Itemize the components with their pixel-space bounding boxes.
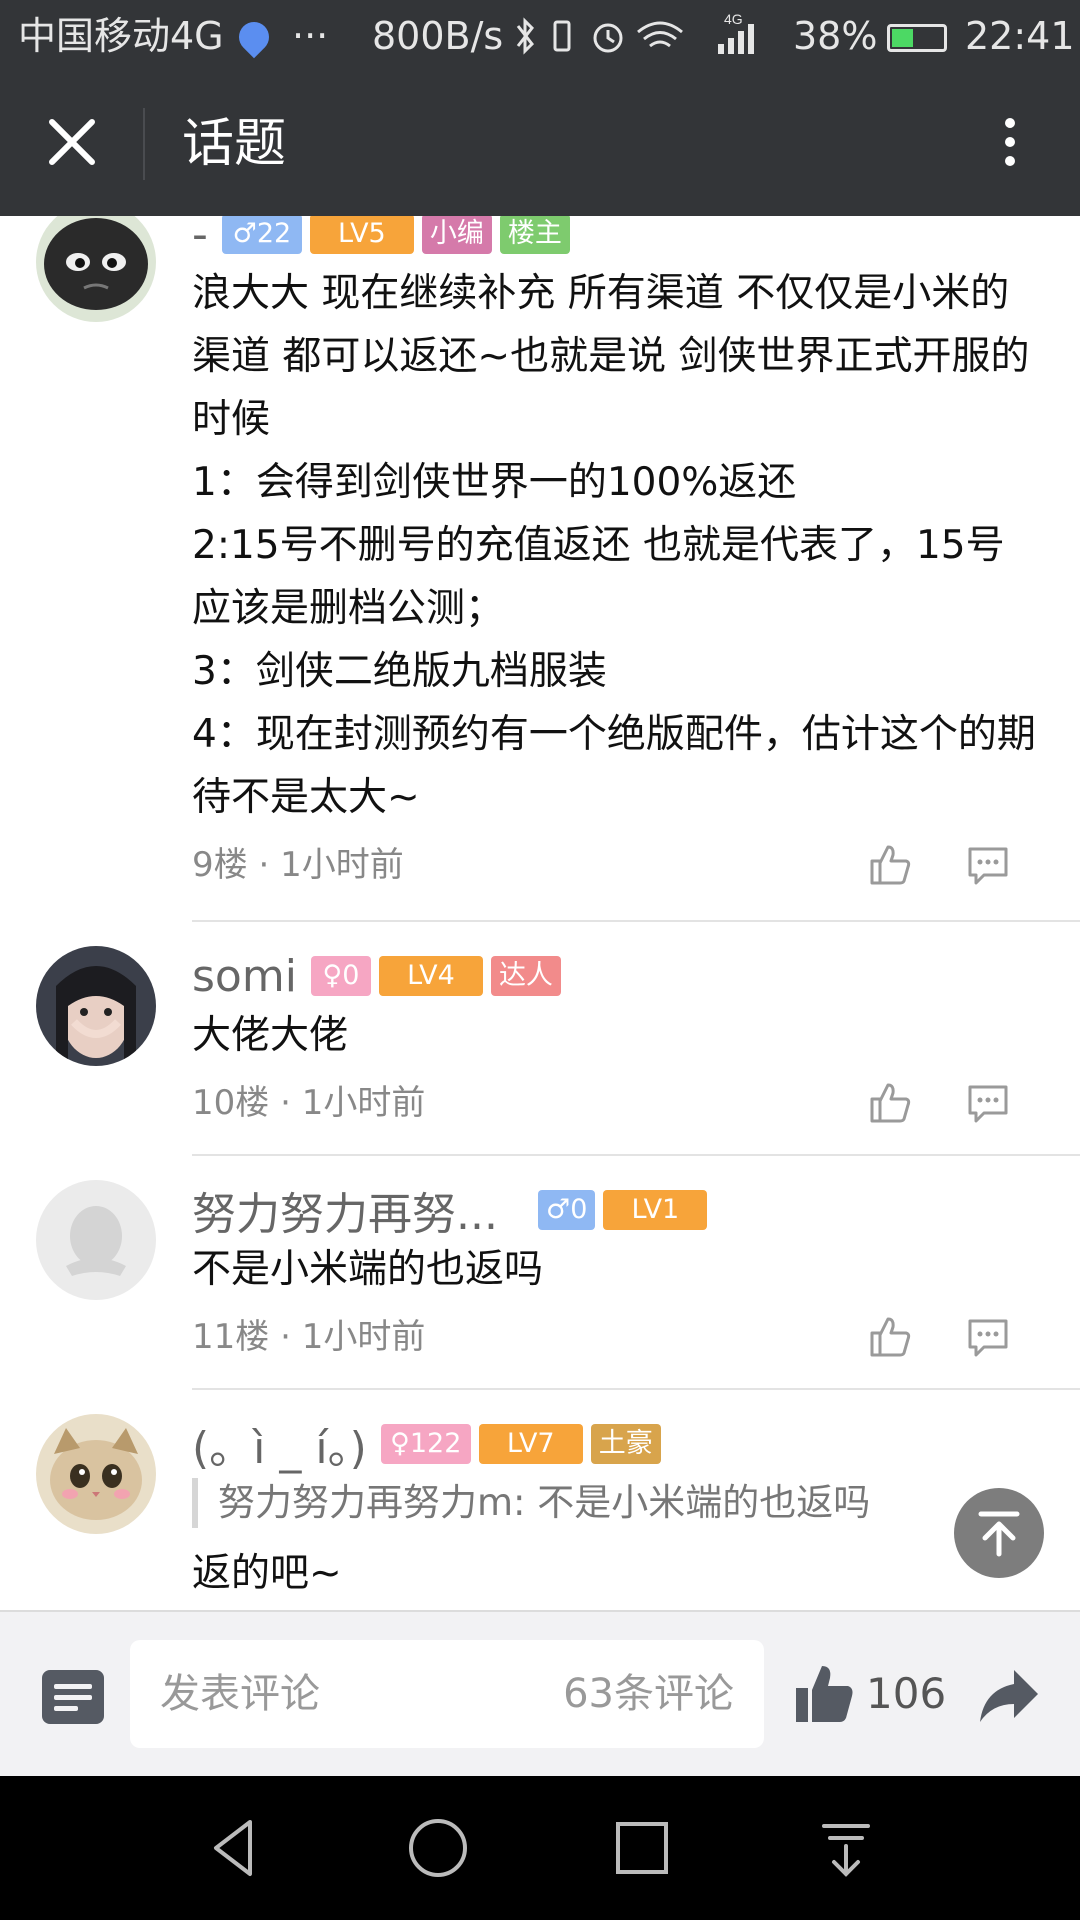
like-icon[interactable] xyxy=(868,1315,912,1359)
close-icon xyxy=(49,119,95,165)
level-badge: LV5 xyxy=(309,216,414,254)
gender-badge: ♀122 xyxy=(380,1424,471,1464)
top-nav-bar: 话题 xyxy=(0,72,1080,216)
owner-badge: 楼主 xyxy=(499,216,570,254)
close-button[interactable] xyxy=(42,112,102,172)
menu-icon[interactable] xyxy=(42,1670,104,1724)
male-icon: ♂ xyxy=(545,1194,571,1225)
comment-text: 大佬大佬 xyxy=(192,1013,349,1058)
comment-meta: 9楼 · 1小时前 xyxy=(192,835,1040,895)
female-icon: ♀ xyxy=(322,960,343,991)
more-icon xyxy=(1005,118,1015,128)
reply-icon[interactable] xyxy=(966,843,1010,887)
clock: 22:41 xyxy=(965,14,1075,58)
battery-icon xyxy=(887,24,947,52)
avatar[interactable] xyxy=(36,1180,156,1300)
more-notifications-icon: ··· xyxy=(292,14,329,58)
floor-number: 11楼 xyxy=(192,1317,270,1357)
comment-input-placeholder: 发表评论 xyxy=(160,1671,320,1717)
avatar[interactable] xyxy=(36,946,156,1066)
notification-pull-icon[interactable] xyxy=(810,1812,882,1884)
wifi-icon xyxy=(637,21,683,48)
carrier-label: 中国移动4G xyxy=(18,14,224,58)
comment-time: 1小时前 xyxy=(301,1083,426,1123)
location-icon xyxy=(232,15,276,59)
divider xyxy=(192,920,1080,922)
reply-icon[interactable] xyxy=(966,1315,1010,1359)
expert-badge: 达人 xyxy=(490,956,561,996)
signal-icon xyxy=(718,24,754,54)
comment-text: 不是小米端的也返吗 xyxy=(192,1247,544,1292)
back-to-top-button[interactable] xyxy=(954,1488,1044,1578)
thumbs-up-icon[interactable] xyxy=(794,1662,854,1726)
comment-input[interactable]: 发表评论 63条评论 xyxy=(130,1640,764,1748)
network-type: 4G xyxy=(724,14,743,27)
recent-apps-icon[interactable] xyxy=(606,1812,678,1884)
comment-meta: 11楼 · 1小时前 xyxy=(192,1307,1040,1367)
editor-badge: 小编 xyxy=(421,216,492,254)
system-icons: 4G xyxy=(510,11,780,67)
more-options-button[interactable] xyxy=(990,112,1030,176)
page-title: 话题 xyxy=(182,114,287,174)
arrow-up-icon xyxy=(978,1511,1020,1557)
floor-number: 10楼 xyxy=(192,1083,270,1123)
comment-header: 努力努力再努... ♂0 LV1 xyxy=(192,1182,1040,1240)
user-name[interactable]: somi xyxy=(192,951,297,1002)
back-icon[interactable] xyxy=(198,1812,270,1884)
comment-time: 1小时前 xyxy=(301,1317,426,1357)
level-badge: LV4 xyxy=(378,956,483,996)
female-icon: ♀ xyxy=(390,1428,410,1459)
user-name[interactable]: - xyxy=(192,216,208,260)
male-icon: ♂ xyxy=(232,218,257,249)
avatar[interactable] xyxy=(36,1414,156,1534)
comment-text: 浪大大 现在继续补充 所有渠道 不仅仅是小米的渠道 都可以返还~也就是说 剑侠世… xyxy=(192,271,1036,820)
system-navigation-bar xyxy=(0,1776,1080,1920)
level-badge: LV7 xyxy=(478,1424,583,1464)
gender-badge: ♀0 xyxy=(310,956,371,996)
user-name[interactable]: (。ì _ í。) xyxy=(192,1412,367,1476)
quoted-comment: 努力努力再努力m: 不是小米端的也返吗 xyxy=(192,1478,1040,1528)
status-bar: 中国移动4G ··· 800B/s 4G 38% 22:41 xyxy=(0,0,1080,72)
like-count: 106 xyxy=(866,1669,947,1718)
reply-icon[interactable] xyxy=(966,1081,1010,1125)
comment-text: 返的吧~ xyxy=(192,1551,342,1596)
rich-badge: 土豪 xyxy=(590,1424,661,1464)
comment-header: (。ì _ í。) ♀122 LV7 土豪 xyxy=(192,1416,1040,1474)
comment-count[interactable]: 63条评论 xyxy=(563,1666,734,1722)
comment-body: 努力努力再努... ♂0 LV1 不是小米端的也返吗 11楼 · 1小时前 xyxy=(192,1182,1040,1367)
comment-header: - ♂22 LV5 小编 楼主 xyxy=(192,216,1040,262)
comment-list[interactable]: - ♂22 LV5 小编 楼主 浪大大 现在继续补充 所有渠道 不仅仅是小米的渠… xyxy=(0,216,1080,1610)
comment-header: somi ♀0 LV4 达人 xyxy=(192,948,1040,1004)
like-icon[interactable] xyxy=(868,843,912,887)
divider xyxy=(192,1388,1080,1390)
avatar[interactable] xyxy=(36,216,156,322)
comment-bar: 发表评论 63条评论 106 xyxy=(0,1610,1080,1776)
gender-badge: ♂0 xyxy=(537,1190,596,1230)
network-speed: 800B/s xyxy=(372,14,504,58)
comment-body: somi ♀0 LV4 达人 大佬大佬 10楼 · 1小时前 xyxy=(192,948,1040,1133)
like-icon[interactable] xyxy=(868,1081,912,1125)
divider xyxy=(192,1154,1080,1156)
gender-badge: ♂22 xyxy=(221,216,302,254)
nav-divider xyxy=(143,108,145,180)
battery-percent: 38% xyxy=(793,14,878,58)
bluetooth-icon xyxy=(516,17,534,55)
vibrate-icon xyxy=(553,20,571,52)
level-badge: LV1 xyxy=(603,1190,708,1230)
comment-time: 1小时前 xyxy=(280,845,404,885)
comment-body: - ♂22 LV5 小编 楼主 浪大大 现在继续补充 所有渠道 不仅仅是小米的渠… xyxy=(192,216,1040,895)
user-name[interactable]: 努力努力再努... xyxy=(192,1178,498,1242)
comment-body: (。ì _ í。) ♀122 LV7 土豪 努力努力再努力m: 不是小米端的也返… xyxy=(192,1416,1040,1605)
share-icon[interactable] xyxy=(978,1668,1040,1724)
floor-number: 9楼 xyxy=(192,845,248,885)
comment-meta: 10楼 · 1小时前 xyxy=(192,1073,1040,1133)
home-icon[interactable] xyxy=(402,1812,474,1884)
